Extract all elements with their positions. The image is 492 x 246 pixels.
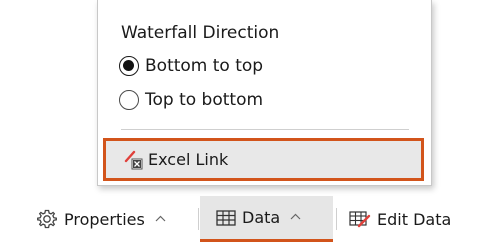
excel-link-icon [124,149,144,171]
radio-bottom-to-top[interactable]: Bottom to top [119,56,263,76]
chevron-up-icon [155,215,166,222]
data-dropdown-menu: Waterfall Direction Bottom to top Top to… [97,0,432,186]
properties-label: Properties [64,209,145,229]
radio-label-bottom-to-top: Bottom to top [145,56,264,76]
excel-link-menu-item[interactable]: Excel Link [103,138,424,181]
excel-link-label: Excel Link [148,150,229,169]
bottom-toolbar: Properties Data Edit Data [0,196,492,246]
radio-top-to-bottom[interactable]: Top to bottom [119,90,263,110]
edit-data-label: Edit Data [377,209,452,229]
data-label: Data [242,208,281,227]
radio-button-checked[interactable] [119,56,139,76]
radio-label-top-to-bottom: Top to bottom [145,90,264,110]
toolbar-separator [336,208,337,230]
chevron-up-icon [290,213,301,220]
toolbar-separator [198,208,199,230]
edit-table-icon [349,210,371,228]
gear-icon [36,208,58,230]
waterfall-direction-heading: Waterfall Direction [121,23,280,43]
menu-divider [121,129,409,130]
table-icon [216,209,236,226]
radio-button-unchecked[interactable] [119,90,139,110]
edit-data-button[interactable]: Edit Data [349,196,451,242]
properties-button[interactable]: Properties [36,196,166,242]
data-button[interactable]: Data [200,196,333,242]
